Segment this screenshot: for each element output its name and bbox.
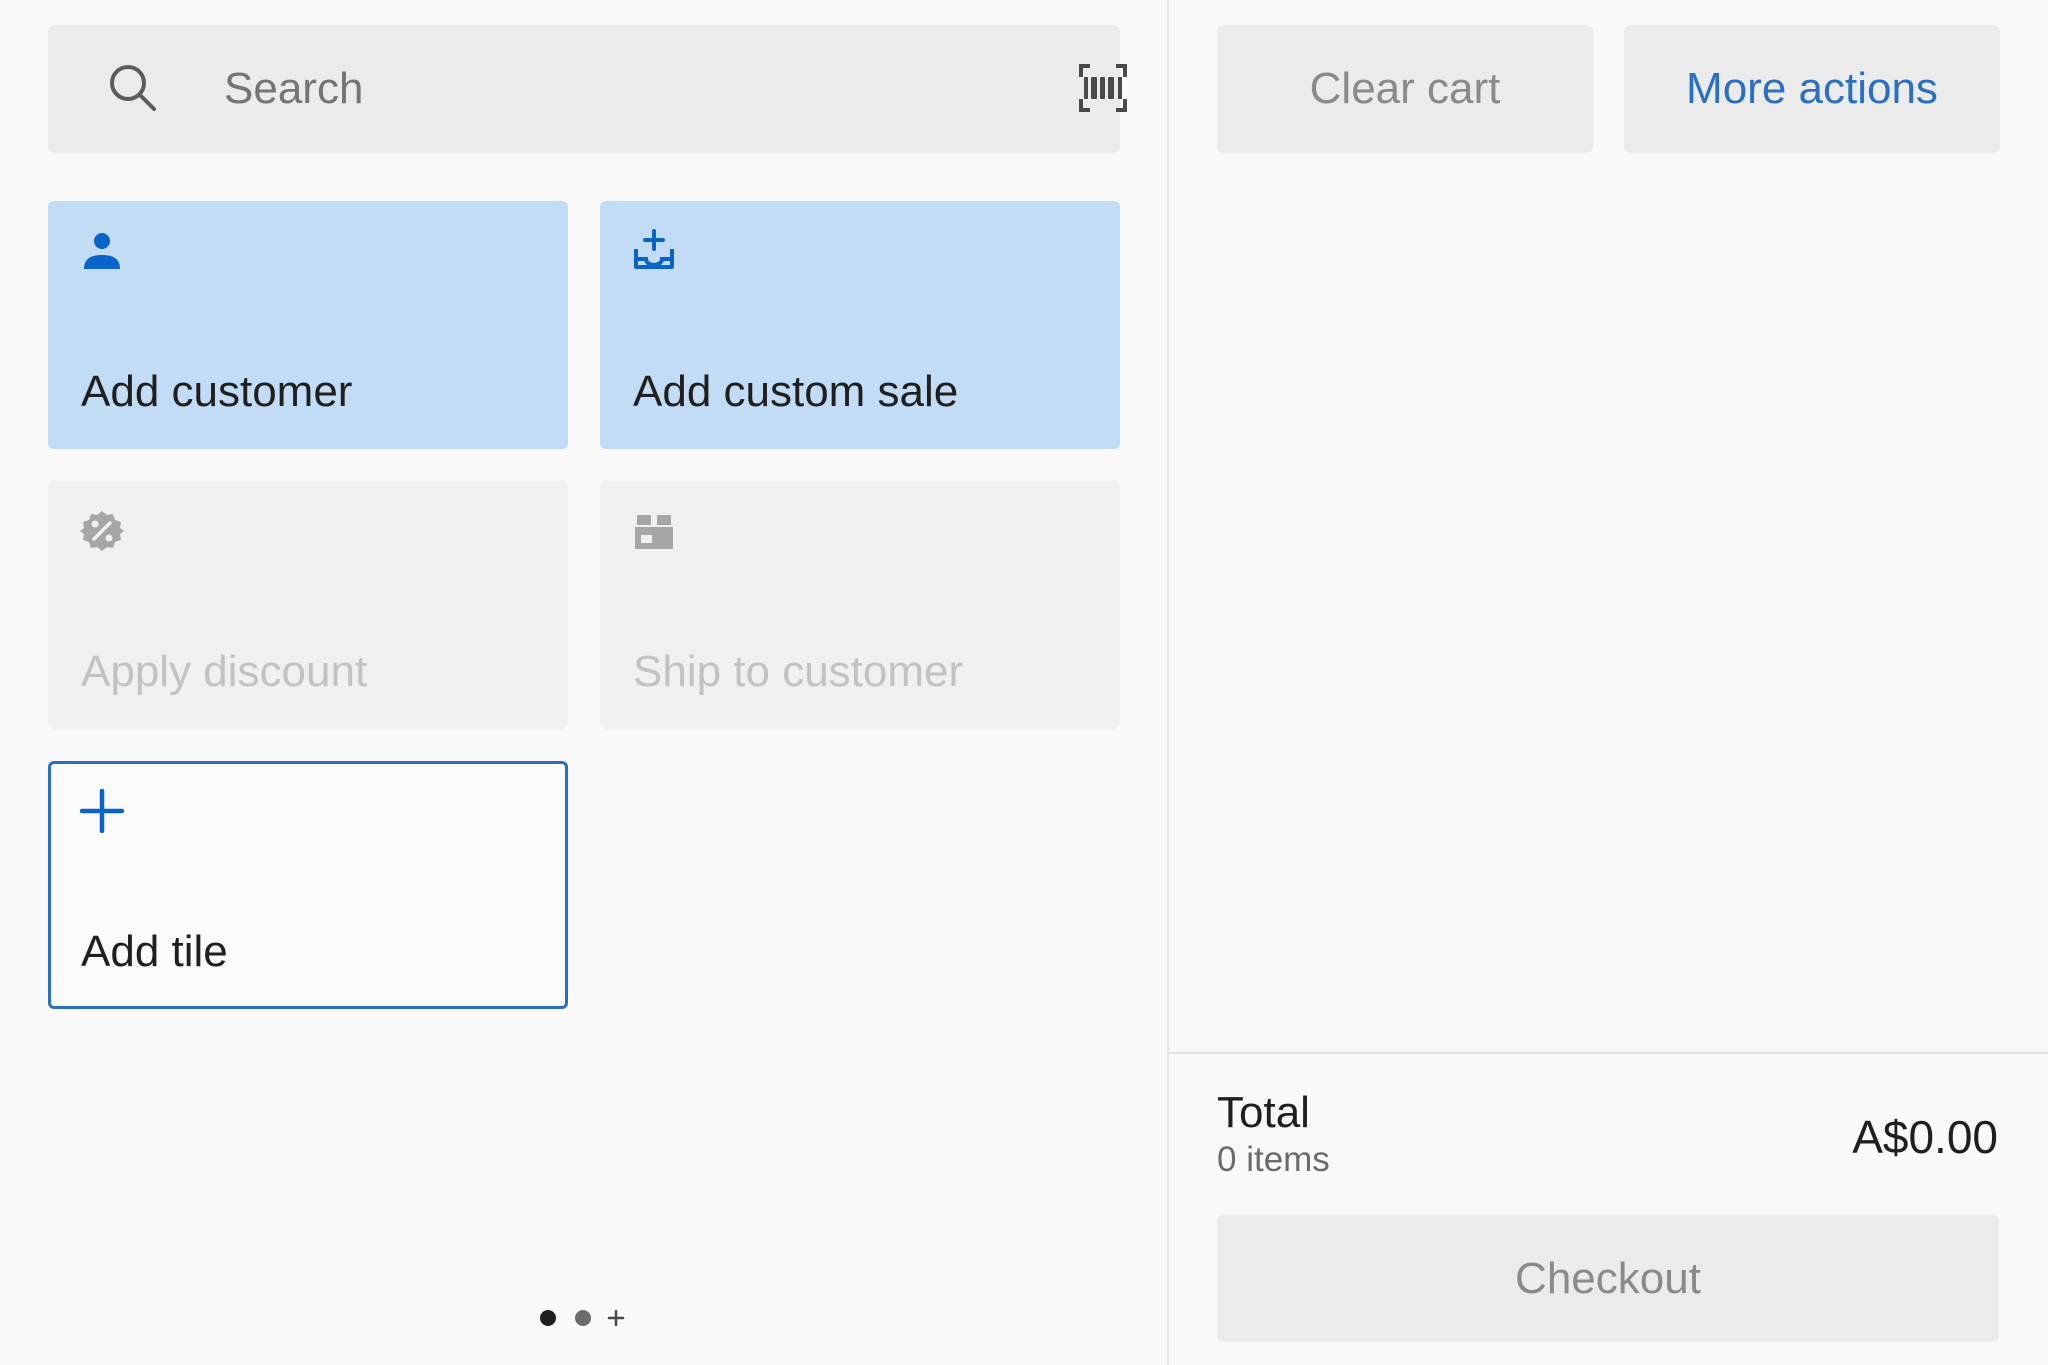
cart-footer-divider (1169, 1052, 2048, 1054)
add-customer-tile[interactable]: Add customer (48, 201, 568, 449)
page-dot[interactable] (575, 1310, 591, 1326)
plus-icon (80, 789, 124, 833)
tiles-pane: Add customer Add custom sale Apply disco… (0, 0, 1167, 1365)
more-actions-button[interactable]: More actions (1624, 25, 2000, 153)
apply-discount-tile: Apply discount (48, 481, 568, 729)
tile-label: Ship to customer (633, 647, 964, 696)
page-dot-active[interactable] (540, 1310, 556, 1326)
items-count: 0 items (1217, 1140, 1330, 1179)
checkout-button[interactable]: Checkout (1217, 1215, 1999, 1342)
add-tile-button[interactable]: Add tile (48, 761, 568, 1009)
tile-label: Apply discount (81, 647, 368, 696)
tile-label: Add customer (81, 367, 353, 416)
discount-badge-icon (80, 511, 124, 551)
add-page-icon[interactable] (604, 1306, 628, 1330)
cart-pane: Clear cart More actions Total 0 items A$… (1169, 0, 2048, 1365)
pos-home-screen: Add customer Add custom sale Apply disco… (0, 0, 2048, 1365)
person-icon (84, 233, 120, 269)
shipping-box-icon (635, 515, 673, 549)
total-amount: A$0.00 (1852, 1111, 1998, 1163)
ship-to-customer-tile: Ship to customer (600, 481, 1120, 729)
tile-label: Add tile (81, 927, 228, 976)
add-custom-sale-tile[interactable]: Add custom sale (600, 201, 1120, 449)
clear-cart-button[interactable]: Clear cart (1217, 25, 1593, 153)
search-bar[interactable] (48, 25, 1127, 153)
add-custom-sale-icon (634, 229, 674, 269)
total-label: Total (1217, 1088, 1310, 1137)
tile-label: Add custom sale (633, 367, 959, 416)
search-input[interactable] (224, 25, 1044, 153)
barcode-scan-icon[interactable] (1078, 63, 1128, 113)
search-icon (110, 65, 156, 111)
